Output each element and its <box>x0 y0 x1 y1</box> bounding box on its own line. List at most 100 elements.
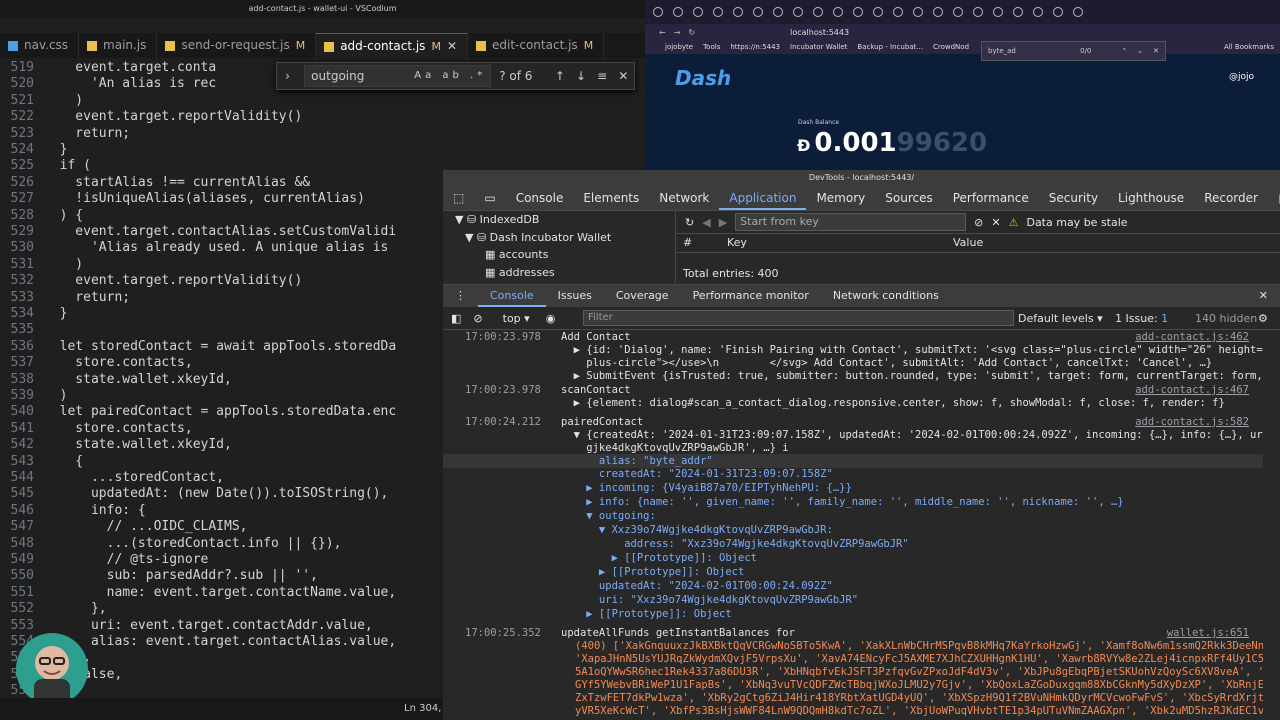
eye-icon[interactable]: ◉ <box>546 312 556 325</box>
console-line[interactable]: 17:00:24.212 pairedContact add-contact.js:… <box>443 415 1263 429</box>
source-link[interactable]: add-contact.js:582 <box>1135 415 1249 429</box>
next-icon[interactable]: ▶ <box>719 216 727 229</box>
drawer-tab-coverage[interactable]: Coverage <box>604 285 681 307</box>
console-line[interactable]: GYf5YWebvBRiWeP1U1FapBs', 'XbNq3vuTVcQDF… <box>443 678 1263 692</box>
reload-icon[interactable]: ↻ <box>688 28 695 37</box>
tab-security[interactable]: Security <box>1039 186 1108 210</box>
arrow-up-icon[interactable]: ↑ <box>549 69 570 83</box>
console-line[interactable]: ▶ {id: 'Dialog', name: 'Finish Pairing w… <box>443 343 1263 357</box>
drawer-tab-issues[interactable]: Issues <box>546 285 604 307</box>
console-filter-input[interactable]: Filter <box>583 310 1014 326</box>
tab-icon[interactable] <box>773 7 783 17</box>
user-handle[interactable]: @jojo <box>1229 72 1254 82</box>
console-line[interactable]: ▶ incoming: {V4yaiB87a70/EIPTyhNehPU: {…… <box>443 481 1263 495</box>
context-select[interactable]: top ▾ <box>503 312 530 325</box>
tab-edit-contact-js[interactable]: edit-contact.js M <box>468 33 605 58</box>
console-line[interactable]: 17:00:25.352 updateAllFunds getInstantBal… <box>443 626 1263 640</box>
tab-recorder[interactable]: Recorder <box>1194 186 1268 210</box>
tab-performance[interactable]: Performance <box>943 186 1039 210</box>
find-input[interactable]: outgoing Aa ab .* <box>304 65 492 87</box>
console-line[interactable]: uri: "Xxz39o74Wgjke4dkgKtovqUvZRP9awGbJR… <box>443 593 1263 607</box>
console-line[interactable]: ▼ Xxz39o74Wgjke4dkgKtovqUvZRP9awGbJR: <box>443 523 1263 537</box>
console-line[interactable]: yVR5XeKcWcT', 'XbfPs3BsHjsWWF84LnW9QDQmH… <box>443 704 1263 718</box>
tab-add-contact-js[interactable]: add-contact.js M ✕ <box>316 33 468 59</box>
tab-lighthouse[interactable]: Lighthouse <box>1108 186 1194 210</box>
delete-icon[interactable]: ✕ <box>991 216 1000 229</box>
tab-icon[interactable] <box>733 7 743 17</box>
tab-application[interactable]: Application <box>719 186 807 210</box>
console-line[interactable]: ▶ [[Prototype]]: Object <box>443 551 1263 565</box>
tree-item-accounts[interactable]: ▦ accounts <box>443 246 675 264</box>
close-icon[interactable]: ✕ <box>447 34 457 59</box>
tab-icon[interactable] <box>1073 7 1083 17</box>
tab-icon[interactable] <box>873 7 883 17</box>
more-icon[interactable]: ⋮ <box>443 285 478 307</box>
tab-icon[interactable] <box>913 7 923 17</box>
console-line[interactable]: address: "Xxz39o74Wgjke4dkgKtovqUvZRP9aw… <box>443 537 1263 551</box>
tree-item-indexeddb[interactable]: ▼ ⛁ IndexedDB <box>443 211 675 229</box>
forward-icon[interactable]: → <box>674 28 681 37</box>
bookmark-item[interactable]: Tools <box>703 43 720 51</box>
tab-icon[interactable] <box>933 7 943 17</box>
bookmark-item[interactable]: CrowdNod <box>933 43 969 51</box>
chevron-up-icon[interactable]: ⌃ <box>1121 47 1127 55</box>
source-link[interactable]: wallet.js:651 <box>1167 626 1249 640</box>
console-line[interactable]: ZxTzwFET7dkPw1wza', 'XbRy2gCtg6ZiJ4Hir41… <box>443 691 1263 705</box>
tab-icon[interactable] <box>1013 7 1023 17</box>
console-line[interactable]: gjke4dkgKtovqUvZRP9awGbJR', …} i <box>443 441 1263 455</box>
console-line[interactable]: ▶ [[Prototype]]: Object <box>443 565 1263 579</box>
tab-nav-css[interactable]: nav.css <box>0 33 80 58</box>
drawer-tab-network-conditions[interactable]: Network conditions <box>821 285 951 307</box>
console-line[interactable]: updatedAt: "2024-02-01T00:00:24.092Z" <box>443 579 1263 593</box>
tab-icon[interactable] <box>1033 7 1043 17</box>
sidebar-icon[interactable]: ◧ <box>451 312 461 325</box>
tab-icon[interactable] <box>833 7 843 17</box>
tab-network[interactable]: Network <box>649 186 719 210</box>
console-line[interactable]: alias: "byte_addr" <box>443 454 1263 468</box>
tab-icon[interactable] <box>1053 7 1063 17</box>
console-line[interactable]: 'XapaJHnN5UsYUJRqZkWydmXQvjF5VrpsXu', 'X… <box>443 652 1263 666</box>
bookmark-item[interactable]: All Bookmarks <box>1224 43 1274 51</box>
tab-icon[interactable] <box>713 7 723 17</box>
tab-icon[interactable] <box>973 7 983 17</box>
issue-count[interactable]: 1 Issue: 1 <box>1115 312 1168 325</box>
arrow-down-icon[interactable]: ↓ <box>570 69 591 83</box>
bookmark-item[interactable]: Incubator Wallet <box>790 43 847 51</box>
tab-send-or-request-js[interactable]: send-or-request.js M <box>157 33 317 58</box>
tree-item-database[interactable]: ▼ ⛁ Dash Incubator Wallet <box>443 229 675 247</box>
prev-icon[interactable]: ◀ <box>702 216 710 229</box>
tab-icon[interactable] <box>993 7 1003 17</box>
selection-icon[interactable]: ≡ <box>592 69 613 83</box>
tab-icon[interactable] <box>813 7 823 17</box>
url-text[interactable]: localhost:5443 <box>790 28 849 37</box>
tab-icon[interactable] <box>953 7 963 17</box>
start-key-input[interactable]: Start from key <box>735 213 967 231</box>
source-link[interactable]: add-contact.js:462 <box>1135 330 1249 344</box>
tab-elements[interactable]: Elements <box>573 186 649 210</box>
console-line[interactable]: (400) ['XakGnquuxzJkBXBktQqVCRGwNoSBTo5K… <box>443 639 1263 653</box>
console-line[interactable]: ▶ [[Prototype]]: Object <box>443 607 1263 621</box>
tab-icon[interactable] <box>753 7 763 17</box>
console-line[interactable]: ▶ SubmitEvent {isTrusted: true, submitte… <box>443 369 1263 383</box>
tab-icon[interactable] <box>673 7 683 17</box>
drawer-tab-console[interactable]: Console <box>478 285 546 307</box>
close-icon[interactable]: ✕ <box>1247 285 1280 307</box>
close-icon[interactable]: ✕ <box>613 69 634 83</box>
tab-memory[interactable]: Memory <box>806 186 875 210</box>
bookmark-item[interactable]: https://n:5443 <box>730 43 780 51</box>
tab-icon[interactable] <box>693 7 703 17</box>
tab-icon[interactable] <box>653 7 663 17</box>
console-line[interactable]: 17:00:23.978 Add Contact add-contact.js:46… <box>443 330 1263 344</box>
refresh-icon[interactable]: ↻ <box>685 216 694 229</box>
tab-console[interactable]: Console <box>506 186 574 210</box>
close-icon[interactable]: ✕ <box>1153 47 1159 55</box>
tab-sources[interactable]: Sources <box>875 186 942 210</box>
tab-icon[interactable] <box>893 7 903 17</box>
clear-icon[interactable]: ⊘ <box>974 216 983 229</box>
back-icon[interactable]: ← <box>659 28 666 37</box>
console-line[interactable]: createdAt: "2024-01-31T23:09:07.158Z" <box>443 467 1263 481</box>
tab-icon[interactable] <box>793 7 803 17</box>
console-line[interactable]: ▼ outgoing: <box>443 509 1263 523</box>
console-line[interactable]: ▶ info: {name: '', given_name: '', famil… <box>443 495 1263 509</box>
console-line[interactable]: ▶ {element: dialog#scan_a_contact_dialog… <box>443 396 1263 410</box>
